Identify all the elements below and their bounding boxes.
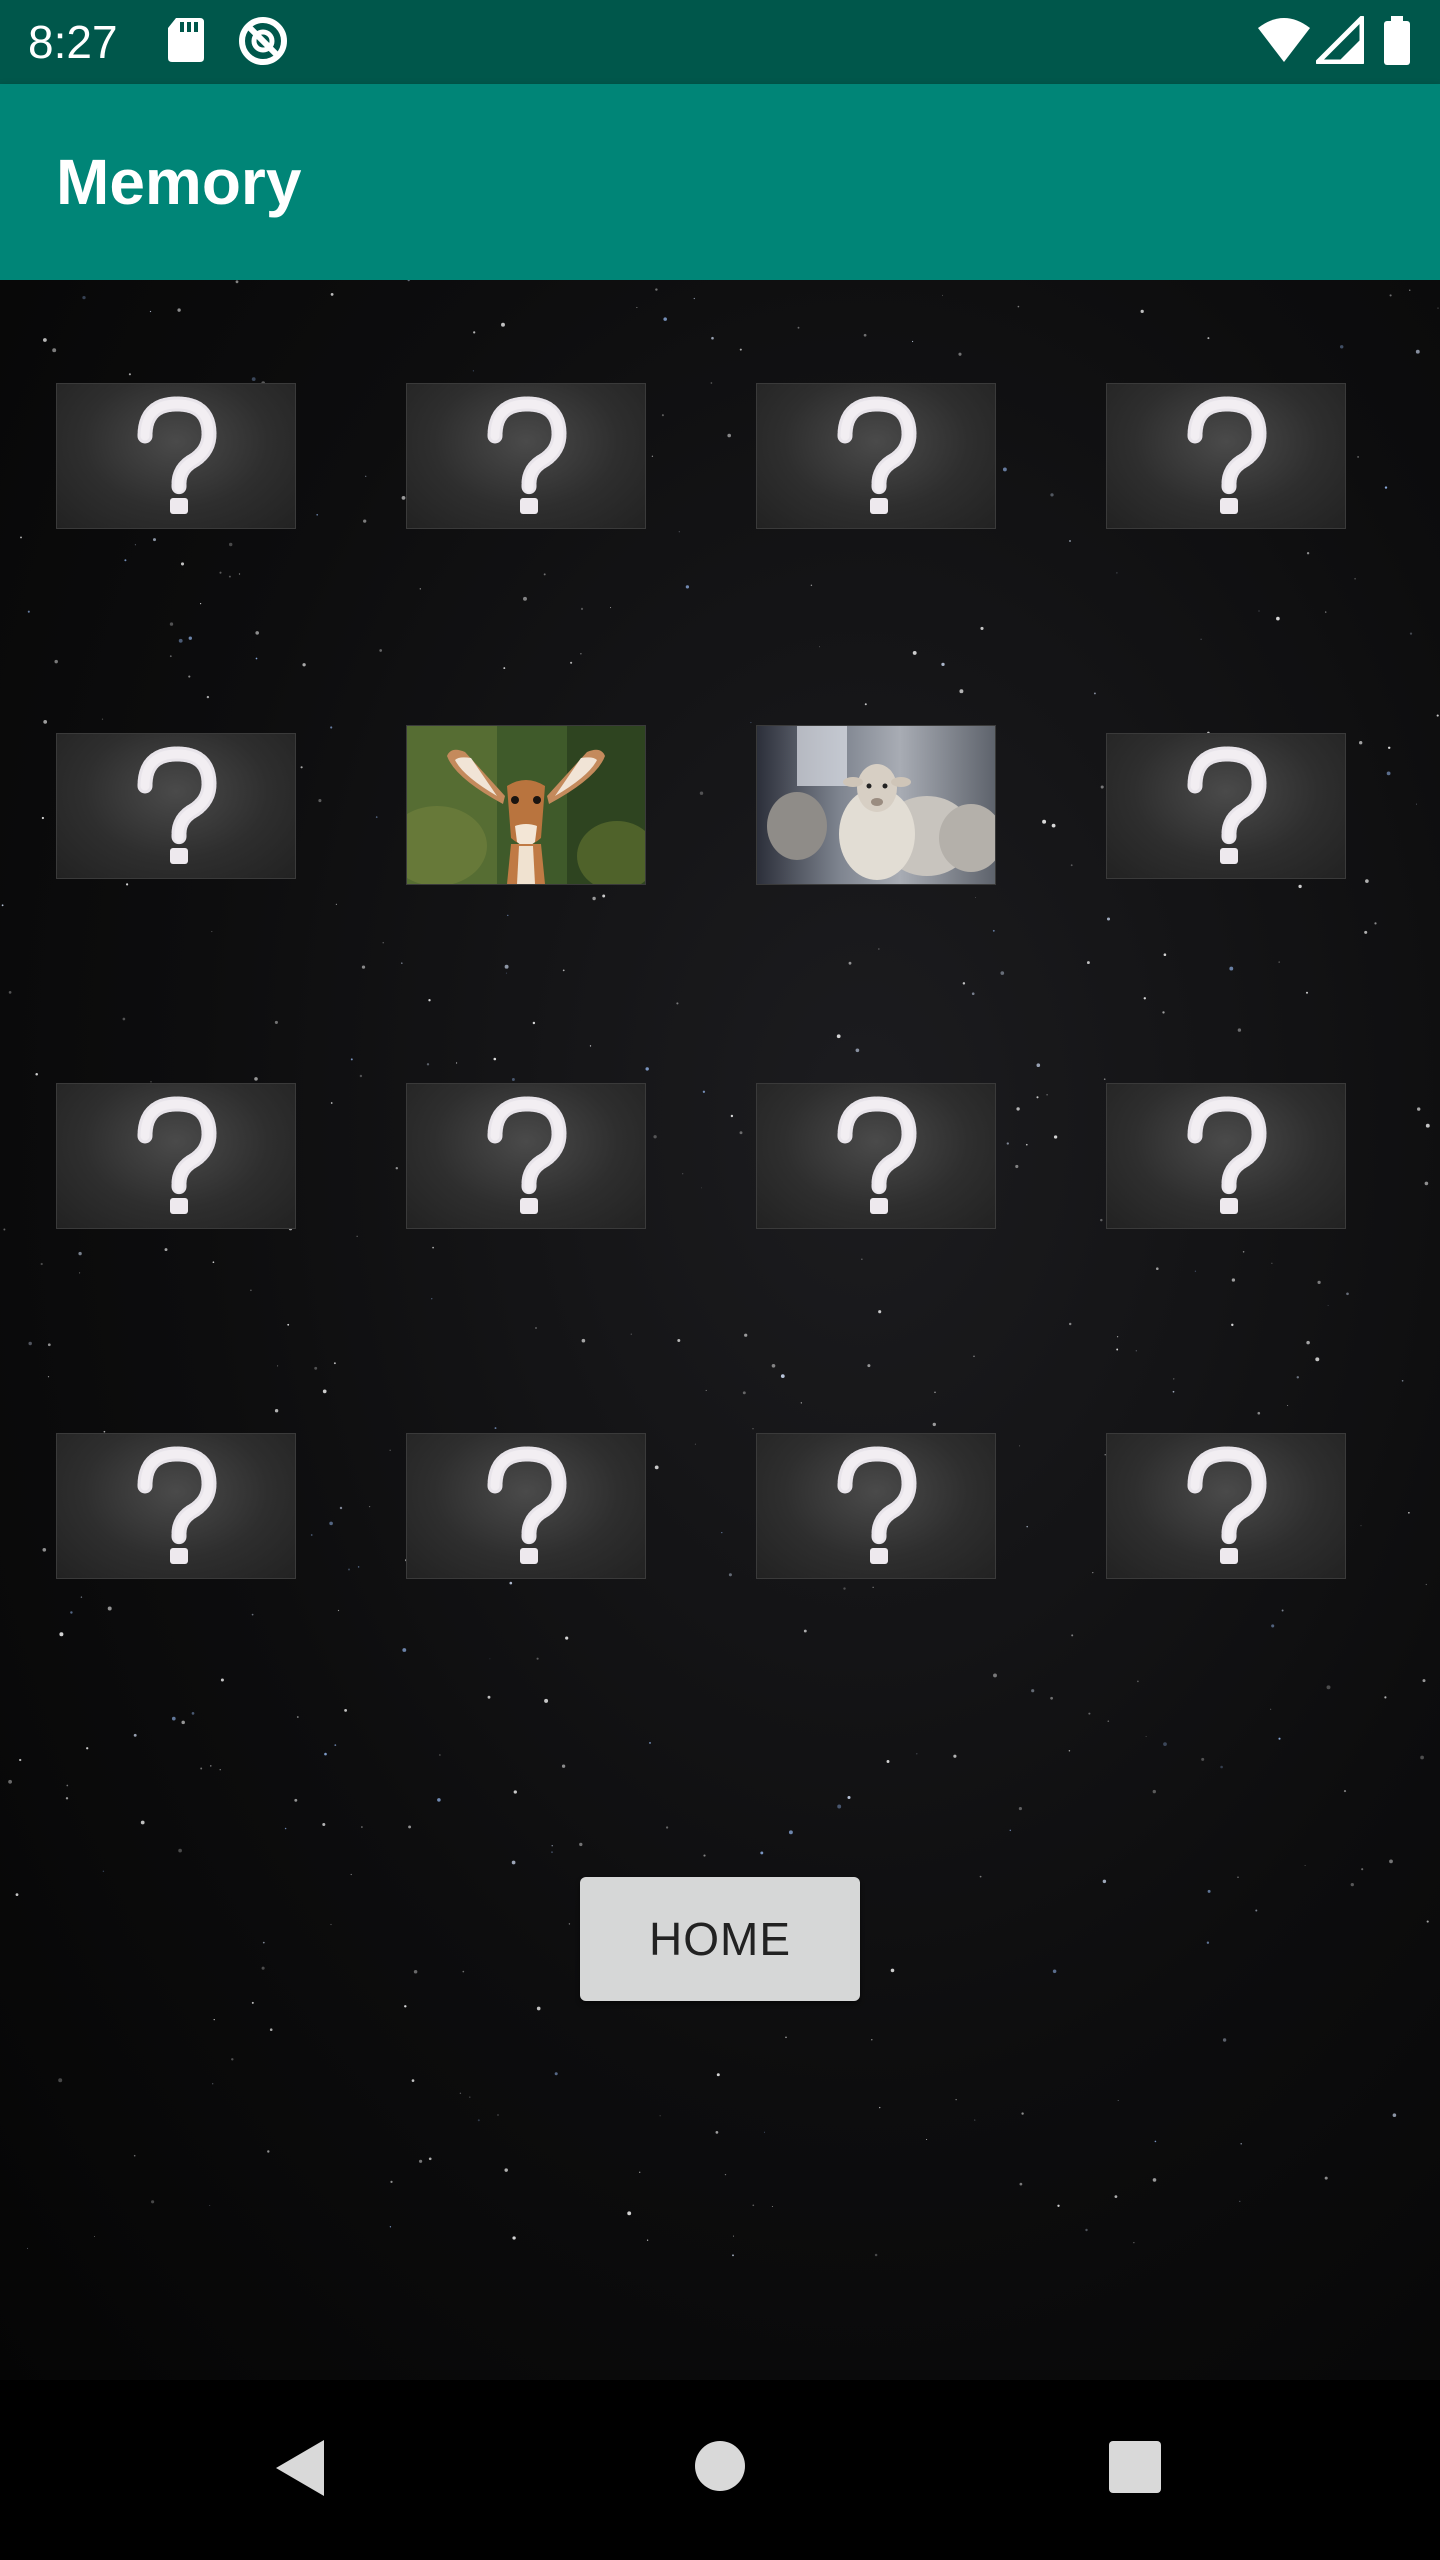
question-mark-icon [137,396,217,514]
battery-icon [1382,16,1412,71]
question-mark-icon [137,746,217,864]
memory-card-gazelle[interactable] [406,725,646,885]
question-mark-icon [487,1446,567,1564]
wifi-icon [1256,16,1312,69]
memory-card-hidden[interactable] [1106,1433,1346,1579]
question-mark-icon [837,396,917,514]
memory-card-sheep[interactable] [756,725,996,885]
memory-card-hidden[interactable] [756,1433,996,1579]
app-title: Memory [56,146,302,218]
memory-card-hidden[interactable] [56,383,296,529]
memory-card-hidden[interactable] [406,1083,646,1229]
question-mark-icon [1187,746,1267,864]
memory-card-hidden[interactable] [56,1083,296,1229]
gazelle-image [407,726,645,884]
home-button[interactable]: HOME [580,1877,860,2001]
back-icon[interactable] [272,2436,328,2505]
question-mark-icon [1187,396,1267,514]
question-mark-icon [1187,1096,1267,1214]
memory-card-hidden[interactable] [756,383,996,529]
question-mark-icon [487,396,567,514]
status-bar: 8:27 [0,0,1440,84]
sd-card-icon [166,14,206,71]
question-mark-icon [837,1446,917,1564]
memory-card-hidden[interactable] [406,383,646,529]
recents-icon[interactable] [1108,2440,1162,2499]
memory-card-hidden[interactable] [1106,1083,1346,1229]
data-saver-icon [236,14,290,73]
status-time: 8:27 [28,16,118,68]
sheep-image [757,726,995,884]
memory-card-hidden[interactable] [406,1433,646,1579]
question-mark-icon [837,1096,917,1214]
home-circle-icon[interactable] [694,2440,746,2497]
memory-card-hidden[interactable] [1106,383,1346,529]
memory-card-hidden[interactable] [56,733,296,879]
memory-card-hidden[interactable] [756,1083,996,1229]
cell-signal-icon [1315,15,1365,69]
navigation-bar [0,2380,1440,2560]
question-mark-icon [487,1096,567,1214]
question-mark-icon [137,1096,217,1214]
game-board-area [0,280,1440,2380]
memory-card-hidden[interactable] [56,1433,296,1579]
app-bar: Memory [0,84,1440,280]
question-mark-icon [1187,1446,1267,1564]
starfield-background [1,280,1439,2257]
question-mark-icon [137,1446,217,1564]
memory-card-hidden[interactable] [1106,733,1346,879]
